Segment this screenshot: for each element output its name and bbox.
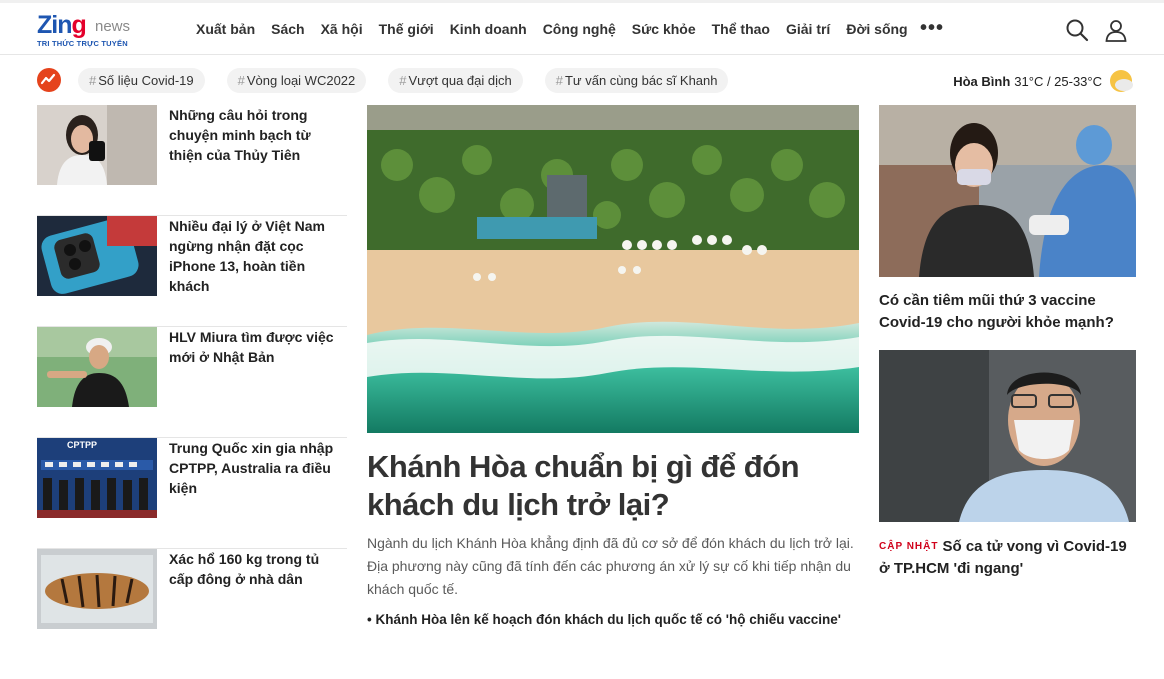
story-title[interactable]: Xác hổ 160 kg trong tủ cấp đông ở nhà dâ… [169, 549, 347, 589]
right-story-column: Có cần tiêm mũi thứ 3 vaccine Covid-19 c… [879, 105, 1136, 580]
logo-zing: Zing [37, 11, 87, 39]
related-story-link[interactable]: • Khánh Hòa lên kế hoạch đón khách du lị… [367, 609, 859, 630]
svg-text:CPTPP: CPTPP [67, 440, 97, 450]
list-item[interactable]: Xác hổ 160 kg trong tủ cấp đông ở nhà dâ… [37, 549, 347, 660]
story-title-with-badge[interactable]: CẬP NHẬT Số ca tử vong vì Covid-19 ở TP.H… [879, 536, 1136, 580]
main-story-title[interactable]: Khánh Hòa chuẩn bị gì để đón khách du lị… [367, 448, 859, 524]
story-title[interactable]: Trung Quốc xin gia nhập CPTPP, Australia… [169, 438, 347, 498]
weather-temp: 31°C / 25-33°C [1014, 73, 1102, 89]
trending-tag[interactable]: # Vượt qua đại dịch [388, 68, 523, 93]
user-icon[interactable] [1104, 18, 1128, 42]
nav-item-suc-khoe[interactable]: Sức khỏe [632, 21, 696, 37]
nav-item-giai-tri[interactable]: Giải trí [786, 21, 830, 37]
nav-item-xuat-ban[interactable]: Xuất bản [196, 21, 255, 37]
zing-news-logo[interactable]: Zing news TRI THỨC TRỰC TUYẾN [37, 11, 137, 51]
list-item[interactable]: Những câu hỏi trong chuyện minh bạch từ … [37, 105, 347, 216]
sun-cloud-icon [1110, 70, 1133, 92]
list-item[interactable]: HLV Miura tìm được việc mới ở Nhật Bản [37, 327, 347, 438]
site-header: Zing news TRI THỨC TRỰC TUYẾN Xuất bản S… [0, 0, 1164, 55]
trending-tag[interactable]: # Số liệu Covid-19 [78, 68, 205, 93]
story-thumbnail[interactable] [37, 327, 157, 407]
main-nav: Xuất bản Sách Xã hội Thế giới Kinh doanh… [196, 21, 924, 37]
weather-widget[interactable]: Hòa Bình 31°C / 25-33°C [953, 68, 1134, 94]
trending-icon [37, 68, 61, 92]
list-item[interactable]: CPTPP Trung Quốc xin gia nhập CPTPP, Aus… [37, 438, 347, 549]
logo-news: news [95, 18, 131, 35]
main-story-summary: Ngành du lịch Khánh Hòa khẳng định đã đủ… [367, 535, 854, 597]
nav-item-the-thao[interactable]: Thể thao [712, 21, 770, 37]
story-thumbnail[interactable] [37, 216, 157, 296]
trending-bar: # Số liệu Covid-19 # Vòng loại WC2022 # Vượ… [0, 62, 1164, 98]
main-story-image[interactable] [367, 105, 859, 433]
weather-location: Hòa Bình [953, 73, 1011, 89]
story-thumbnail[interactable] [37, 105, 157, 185]
story-image[interactable] [879, 105, 1136, 277]
story-image[interactable] [879, 350, 1136, 522]
nav-item-sach[interactable]: Sách [271, 21, 304, 37]
more-menu-button[interactable]: ••• [920, 17, 944, 40]
list-item[interactable]: Nhiều đại lý ở Việt Nam ngừng nhận đặt c… [37, 216, 347, 327]
update-badge: CẬP NHẬT [879, 541, 939, 552]
nav-item-the-gioi[interactable]: Thế giới [379, 21, 434, 37]
nav-item-doi-song[interactable]: Đời sống [846, 21, 907, 37]
story-title[interactable]: Có cần tiêm mũi thứ 3 vaccine Covid-19 c… [879, 290, 1136, 334]
trending-tags: # Số liệu Covid-19 # Vòng loại WC2022 # Vượ… [78, 68, 750, 93]
story-title[interactable]: Nhiều đại lý ở Việt Nam ngừng nhận đặt c… [169, 216, 347, 296]
story-thumbnail[interactable] [37, 549, 157, 629]
left-story-list: Những câu hỏi trong chuyện minh bạch từ … [37, 105, 347, 660]
trending-tag[interactable]: # Vòng loại WC2022 [226, 68, 367, 93]
nav-item-kinh-doanh[interactable]: Kinh doanh [450, 21, 527, 37]
nav-item-xa-hoi[interactable]: Xã hội [321, 21, 363, 37]
nav-item-cong-nghe[interactable]: Công nghệ [543, 21, 616, 37]
story-title[interactable]: HLV Miura tìm được việc mới ở Nhật Bản [169, 327, 347, 367]
main-story: Khánh Hòa chuẩn bị gì để đón khách du lị… [367, 105, 859, 630]
trending-tag[interactable]: # Tư vấn cùng bác sĩ Khanh [544, 68, 729, 93]
search-icon[interactable] [1065, 18, 1089, 42]
logo-tagline: TRI THỨC TRỰC TUYẾN [37, 39, 128, 48]
story-title[interactable]: Những câu hỏi trong chuyện minh bạch từ … [169, 105, 347, 165]
story-thumbnail[interactable]: CPTPP [37, 438, 157, 518]
